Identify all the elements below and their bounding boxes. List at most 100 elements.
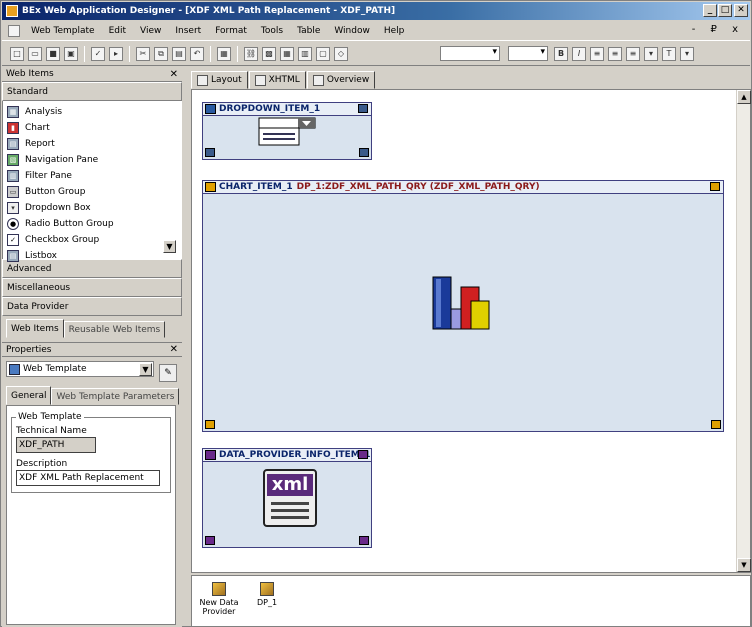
scroll-up-icon[interactable]: ▲	[737, 90, 751, 104]
cut-icon[interactable]: ✂	[136, 46, 150, 61]
item-name: DATA_PROVIDER_INFO_ITEM_1	[219, 450, 371, 460]
image-icon[interactable]: ▩	[262, 46, 276, 61]
web-item-dropdown-box[interactable]: ▾ Dropdown Box	[3, 200, 182, 216]
menu-insert[interactable]: Insert	[168, 26, 208, 36]
layout-canvas[interactable]: DROPDOWN_ITEM_1 CHART_ITEM_1 DP_1:ZDF_XM…	[191, 89, 751, 573]
menu-web-template[interactable]: Web Template	[24, 26, 102, 36]
menu-edit[interactable]: Edit	[102, 26, 133, 36]
menu-help[interactable]: Help	[377, 26, 412, 36]
align-center-icon[interactable]: ≡	[608, 46, 622, 61]
chart-item[interactable]: CHART_ITEM_1 DP_1:ZDF_XML_PATH_QRY (ZDF_…	[202, 180, 724, 432]
check-icon[interactable]: ✓	[91, 46, 105, 61]
font-color-icon[interactable]: T	[662, 46, 676, 61]
properties-selected: Web Template	[23, 364, 87, 374]
technical-name-label: Technical Name	[16, 426, 87, 436]
new-icon[interactable]: □	[10, 46, 24, 61]
resize-handle-icon[interactable]	[359, 148, 369, 157]
section-standard[interactable]: Standard	[2, 82, 182, 101]
dropdown-icon: ▾	[7, 202, 19, 214]
save-icon[interactable]: ■	[46, 46, 60, 61]
highlight-icon[interactable]: ▾	[644, 46, 658, 61]
style-combo[interactable]	[440, 46, 500, 61]
close-icon[interactable]: ✕	[170, 344, 178, 355]
tab-web-items[interactable]: Web Items	[6, 319, 64, 338]
chevron-down-icon[interactable]: ▼	[139, 363, 152, 376]
filter-icon: ▥	[7, 170, 19, 182]
web-item-label: Button Group	[25, 187, 86, 197]
minimize-button[interactable]: _	[703, 4, 717, 17]
web-item-analysis[interactable]: ▦ Analysis	[3, 104, 182, 120]
mdi-controls[interactable]: - ₽ x	[692, 24, 744, 35]
resize-handle-icon[interactable]	[711, 420, 721, 429]
resize-handle-icon[interactable]	[710, 182, 720, 191]
data-provider-area: New Data Provider DP_1	[191, 575, 751, 627]
align-left-icon[interactable]: ≡	[590, 46, 604, 61]
web-item-navigation-pane[interactable]: ▧ Navigation Pane	[3, 152, 182, 168]
tab-web-template-parameters[interactable]: Web Template Parameters	[51, 388, 180, 405]
resize-handle-icon[interactable]	[358, 450, 368, 459]
tab-overview[interactable]: Overview	[306, 71, 376, 89]
web-item-listbox[interactable]: ▤ Listbox	[3, 248, 182, 264]
menu-format[interactable]: Format	[208, 26, 254, 36]
web-item-radio-button-group[interactable]: ● Radio Button Group	[3, 216, 182, 232]
scroll-down-icon[interactable]: ▼	[737, 558, 751, 572]
align-right-icon[interactable]: ≡	[626, 46, 640, 61]
maximize-button[interactable]: □	[718, 4, 732, 17]
tab-layout[interactable]: Layout	[191, 71, 248, 89]
italic-icon[interactable]: I	[572, 46, 586, 61]
tab-xhtml[interactable]: XHTML	[248, 71, 306, 89]
bold-icon[interactable]: B	[554, 46, 568, 61]
checkbox-icon: ✓	[7, 234, 19, 246]
description-field[interactable]: XDF XML Path Replacement	[16, 470, 160, 486]
copy-icon[interactable]: ⧉	[154, 46, 168, 61]
resize-handle-icon[interactable]	[358, 104, 368, 113]
menu-window[interactable]: Window	[327, 26, 377, 36]
title-bar[interactable]: BEx Web Application Designer - [XDF XML …	[2, 2, 750, 20]
font-combo[interactable]	[508, 46, 548, 61]
standard-items-list: ▦ Analysis ▮ Chart ▤ Report ▧ Navigation Pan…	[2, 101, 182, 262]
web-item-button-group[interactable]: ▭ Button Group	[3, 184, 182, 200]
section-data-provider[interactable]: Data Provider	[2, 297, 182, 316]
resize-handle-icon[interactable]	[205, 536, 215, 545]
properties-object-select[interactable]: Web Template ▼	[6, 361, 154, 377]
dropdown-icon	[205, 104, 216, 114]
close-icon[interactable]: ✕	[170, 69, 178, 80]
dropdown-item[interactable]: DROPDOWN_ITEM_1	[202, 102, 372, 160]
tab-general[interactable]: General	[6, 386, 52, 405]
left-panel: Web Items ✕ Standard ▦ Analysis ▮ Chart ▤ R…	[2, 67, 182, 627]
table-icon[interactable]: ▦	[217, 46, 231, 61]
frame-icon[interactable]: ▢	[316, 46, 330, 61]
menu-table[interactable]: Table	[290, 26, 327, 36]
code-icon[interactable]: ◇	[334, 46, 348, 61]
web-item-chart[interactable]: ▮ Chart	[3, 120, 182, 136]
open-icon[interactable]: ▭	[28, 46, 42, 61]
data-provider-info-item[interactable]: DATA_PROVIDER_INFO_ITEM_1 xml	[202, 448, 372, 548]
execute-icon[interactable]: ▸	[109, 46, 123, 61]
resize-handle-icon[interactable]	[205, 420, 215, 429]
tab-reusable-web-items[interactable]: Reusable Web Items	[63, 321, 166, 338]
web-item-report[interactable]: ▤ Report	[3, 136, 182, 152]
resize-handle-icon[interactable]	[359, 536, 369, 545]
scroll-down-icon[interactable]: ▼	[163, 240, 176, 253]
menu-view[interactable]: View	[133, 26, 168, 36]
resize-handle-icon[interactable]	[205, 148, 215, 157]
close-button[interactable]: ✕	[734, 4, 748, 17]
web-item-filter-pane[interactable]: ▥ Filter Pane	[3, 168, 182, 184]
form-icon[interactable]: ▥	[298, 46, 312, 61]
menu-tools[interactable]: Tools	[254, 26, 290, 36]
chart-icon	[205, 182, 216, 192]
save-all-icon[interactable]: ▣	[64, 46, 78, 61]
properties-selector-row: Web Template ▼ ✎	[2, 361, 182, 382]
link-icon[interactable]: ⛓	[244, 46, 258, 61]
paste-icon[interactable]: ▤	[172, 46, 186, 61]
undo-icon[interactable]: ↶	[190, 46, 204, 61]
web-item-checkbox-group[interactable]: ✓ Checkbox Group	[3, 232, 182, 248]
vertical-scrollbar[interactable]: ▲ ▼	[736, 90, 751, 572]
data-provider-icon	[260, 582, 274, 596]
data-provider-dp1[interactable]: DP_1	[242, 582, 292, 607]
edit-properties-icon[interactable]: ✎	[159, 364, 177, 382]
section-miscellaneous[interactable]: Miscellaneous	[2, 278, 182, 297]
new-data-provider-button[interactable]: New Data Provider	[194, 582, 244, 616]
grid-icon[interactable]: ▦	[280, 46, 294, 61]
background-color-icon[interactable]: ▾	[680, 46, 694, 61]
